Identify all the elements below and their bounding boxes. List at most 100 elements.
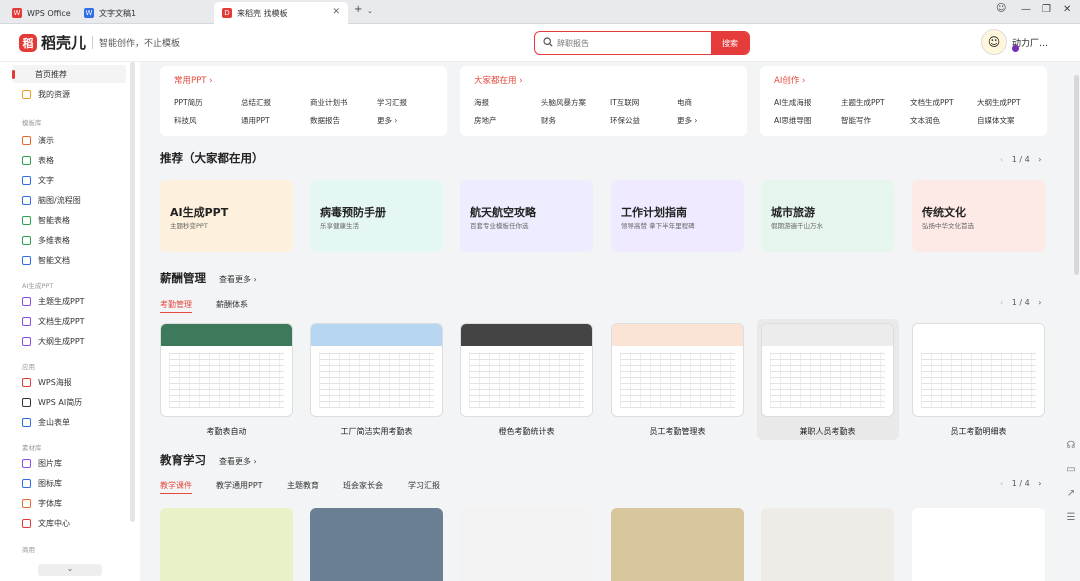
sidebar-item-theme-ppt[interactable]: 主题生成PPT	[12, 292, 126, 310]
category-link[interactable]: IT互联网	[610, 97, 639, 108]
template-thumbnail[interactable]	[160, 323, 293, 417]
maximize-icon[interactable]: ❐	[1042, 4, 1051, 15]
category-link[interactable]: AI思维导图	[774, 115, 811, 126]
category-title[interactable]: AI创作 ›	[774, 74, 805, 86]
template-thumbnail[interactable]	[761, 508, 894, 581]
sidebar-item-outline-ppt[interactable]: 大纲生成PPT	[12, 332, 126, 350]
category-link[interactable]: 自媒体文案	[977, 115, 1015, 126]
prev-arrow-icon[interactable]: ‹	[1000, 155, 1003, 164]
subtab-theme-education[interactable]: 主题教育	[287, 480, 319, 491]
category-link[interactable]: 财务	[541, 115, 556, 126]
tab-wps-office[interactable]: W WPS Office	[4, 2, 74, 24]
sidebar-item-multi-sheet[interactable]: 多维表格	[12, 231, 126, 249]
share-icon[interactable]: ↗	[1064, 488, 1078, 502]
sidebar-item-smart-doc[interactable]: 智能文档	[12, 251, 126, 269]
category-link[interactable]: 文档生成PPT	[910, 97, 954, 108]
sidebar-item-icons[interactable]: 图标库	[12, 474, 126, 492]
sidebar-item-doc-ppt[interactable]: 文档生成PPT	[12, 312, 126, 330]
template-thumbnail[interactable]	[912, 323, 1045, 417]
subtab-attendance[interactable]: 考勤管理	[160, 299, 192, 313]
new-tab-icon[interactable]: +	[354, 4, 362, 15]
prev-arrow-icon[interactable]: ‹	[1000, 479, 1003, 488]
template-thumbnail[interactable]	[310, 508, 443, 581]
sidebar-item-mindmap[interactable]: 脑图/流程图	[12, 191, 126, 209]
next-arrow-icon[interactable]: ›	[1038, 155, 1041, 164]
recommend-card[interactable]: AI生成PPT 主题秒变PPT	[160, 180, 293, 252]
close-tab-icon[interactable]: ✕	[332, 7, 340, 17]
category-link[interactable]: 通用PPT	[241, 115, 270, 126]
recommend-card[interactable]: 工作计划指南 领导高赞 拿下半年里程碑	[611, 180, 744, 252]
minimize-icon[interactable]: —	[1021, 4, 1031, 15]
template-caption[interactable]: 员工考勤管理表	[611, 426, 744, 437]
template-thumbnail[interactable]	[160, 508, 293, 581]
category-link[interactable]: 智能写作	[841, 115, 871, 126]
sidebar-item-my-resources[interactable]: 我的资源	[12, 85, 126, 103]
next-arrow-icon[interactable]: ›	[1038, 479, 1041, 488]
customer-service-icon[interactable]: ☊	[1064, 440, 1078, 454]
sidebar-item-ai-resume[interactable]: WPS AI简历	[12, 393, 126, 411]
recommend-card[interactable]: 城市旅游 假期游遍千山万水	[761, 180, 894, 252]
sidebar-item-smart-sheet[interactable]: 智能表格	[12, 211, 126, 229]
template-caption[interactable]: 橙色考勤统计表	[460, 426, 593, 437]
category-link[interactable]: 数据报告	[310, 115, 340, 126]
sidebar-item-fonts[interactable]: 字体库	[12, 494, 126, 512]
recommend-card[interactable]: 病毒预防手册 乐享健康生活	[310, 180, 443, 252]
sidebar-scrollbar[interactable]	[130, 62, 135, 522]
sidebar-item-library-center[interactable]: 文库中心	[12, 514, 126, 532]
subtab-salary-system[interactable]: 薪酬体系	[216, 299, 248, 310]
category-link[interactable]: 头脑风暴方案	[541, 97, 586, 108]
template-thumbnail[interactable]	[611, 323, 744, 417]
category-link[interactable]: 环保公益	[610, 115, 640, 126]
category-title[interactable]: 大家都在用 ›	[474, 74, 523, 86]
see-more-link[interactable]: 查看更多 ›	[219, 274, 257, 285]
sidebar-collapse-chevron-icon[interactable]: ⌄	[38, 564, 102, 576]
search-button[interactable]: 搜索	[711, 32, 749, 54]
category-link[interactable]: 电商	[677, 97, 692, 108]
template-thumbnail[interactable]	[310, 323, 443, 417]
tab-menu-chevron-icon[interactable]: ⌄	[367, 7, 373, 15]
see-more-link[interactable]: 查看更多 ›	[219, 456, 257, 467]
template-thumbnail[interactable]	[460, 323, 593, 417]
category-link[interactable]: 海报	[474, 97, 489, 108]
emoji-status-icon[interactable]: ☺	[996, 3, 1006, 14]
category-link-more[interactable]: 更多 ›	[377, 115, 397, 126]
sidebar-item-presentation[interactable]: 演示	[12, 131, 126, 149]
docer-logo[interactable]: 稻 稻壳儿 智能创作，不止模板	[19, 32, 180, 53]
template-thumbnail[interactable]	[611, 508, 744, 581]
sidebar-item-images[interactable]: 图片库	[12, 454, 126, 472]
subtab-courseware[interactable]: 教学课件	[160, 480, 192, 494]
template-caption[interactable]: 工厂简洁实用考勤表	[310, 426, 443, 437]
prev-arrow-icon[interactable]: ‹	[1000, 298, 1003, 307]
feedback-icon[interactable]: ▭	[1064, 464, 1078, 478]
template-thumbnail[interactable]	[912, 508, 1045, 581]
main-scrollbar[interactable]	[1074, 75, 1079, 275]
template-caption[interactable]: 员工考勤明细表	[912, 426, 1045, 437]
search-input[interactable]	[557, 35, 707, 51]
sidebar-item-spreadsheet[interactable]: 表格	[12, 151, 126, 169]
avatar[interactable]: ☺	[981, 29, 1007, 55]
recommend-card[interactable]: 传统文化 弘扬中华文化首选	[912, 180, 1045, 252]
next-arrow-icon[interactable]: ›	[1038, 298, 1041, 307]
category-link[interactable]: 商业计划书	[310, 97, 348, 108]
category-title[interactable]: 常用PPT ›	[174, 74, 213, 86]
sidebar-item-home[interactable]: 首页推荐	[12, 65, 126, 83]
category-link[interactable]: 总结汇报	[241, 97, 271, 108]
category-link-more[interactable]: 更多 ›	[677, 115, 697, 126]
category-link[interactable]: 房地产	[474, 115, 497, 126]
category-link[interactable]: 文本润色	[910, 115, 940, 126]
category-link[interactable]: PPT简历	[174, 97, 203, 108]
template-thumbnail[interactable]	[761, 323, 894, 417]
close-window-icon[interactable]: ✕	[1063, 4, 1071, 15]
category-link[interactable]: 大纲生成PPT	[977, 97, 1021, 108]
sidebar-item-text[interactable]: 文字	[12, 171, 126, 189]
subtab-teaching-ppt[interactable]: 教学通用PPT	[216, 480, 263, 491]
template-caption[interactable]: 兼职人员考勤表	[761, 426, 894, 437]
tab-docer[interactable]: D 来稻壳 找模板 ✕	[214, 2, 348, 24]
category-link[interactable]: 学习汇报	[377, 97, 407, 108]
more-icon[interactable]: ☰	[1064, 512, 1078, 526]
subtab-class-meeting[interactable]: 班会家长会	[343, 480, 383, 491]
template-caption[interactable]: 考勤表自动	[160, 426, 293, 437]
sidebar-item-form[interactable]: 金山表单	[12, 413, 126, 431]
category-link[interactable]: 主题生成PPT	[841, 97, 885, 108]
template-thumbnail[interactable]	[460, 508, 593, 581]
